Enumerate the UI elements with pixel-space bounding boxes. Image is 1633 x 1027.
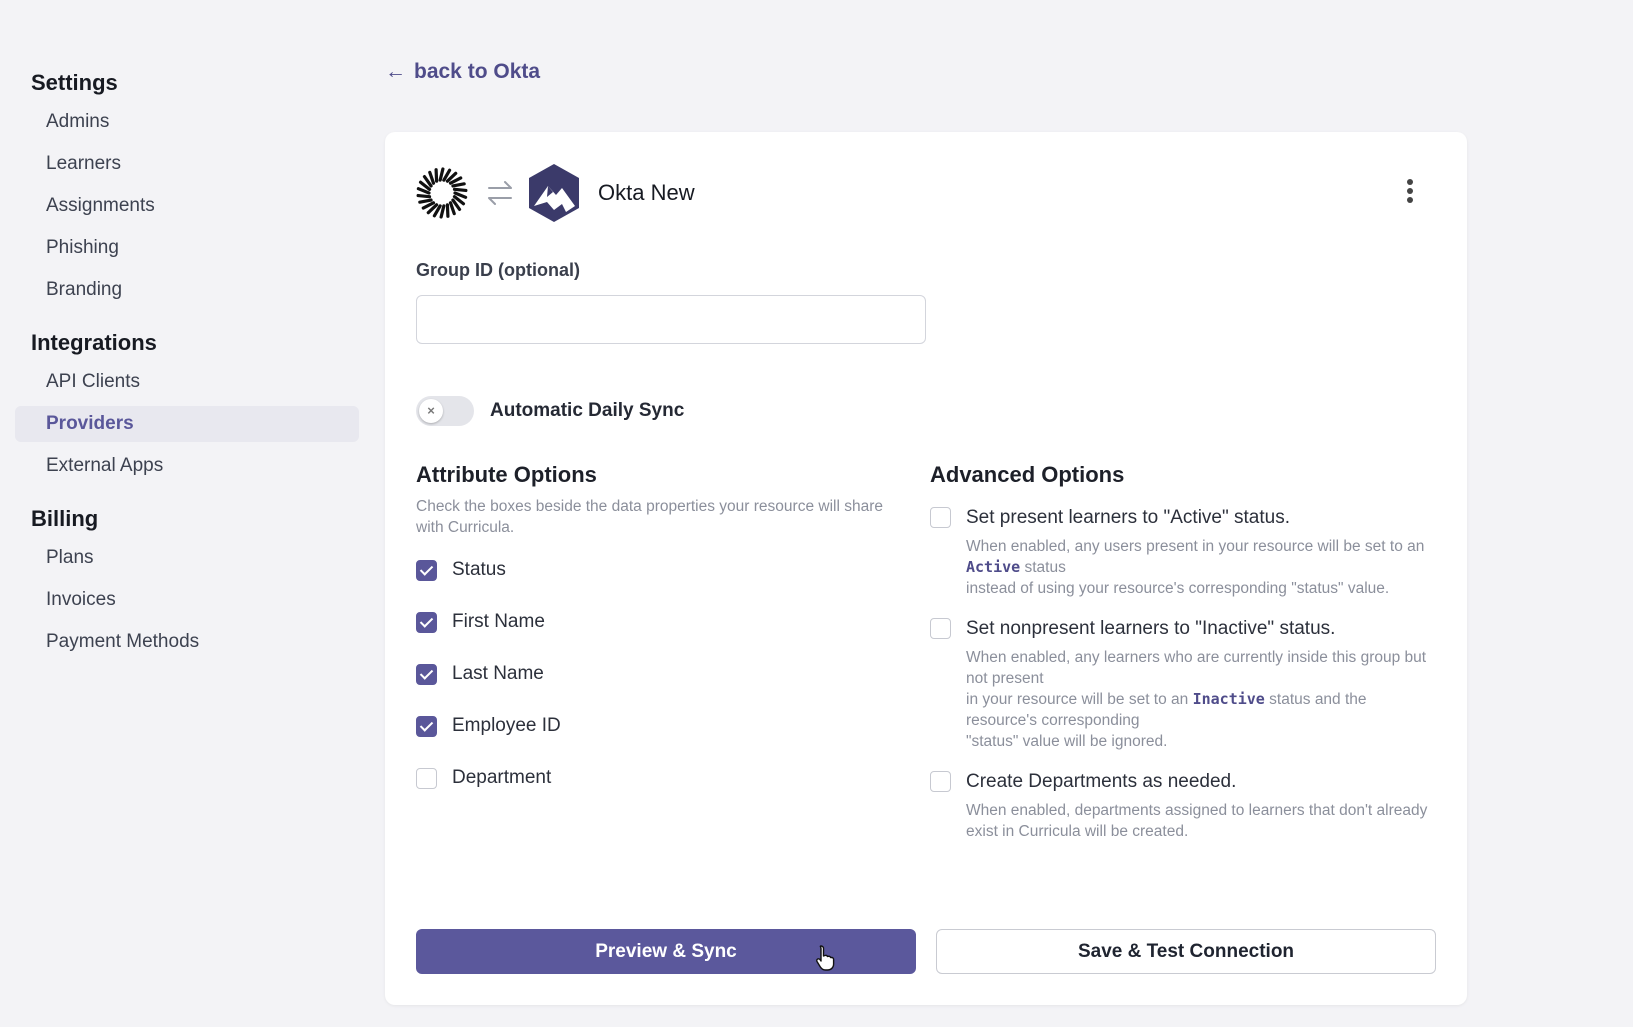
save-test-connection-button[interactable]: Save & Test Connection: [936, 929, 1436, 974]
attribute-label: Last Name: [452, 663, 544, 684]
sidebar-section-settings: Settings: [31, 70, 118, 95]
daily-sync-label: Automatic Daily Sync: [490, 400, 685, 421]
attribute-label: First Name: [452, 611, 545, 632]
attribute-options: Attribute Options Check the boxes beside…: [416, 462, 886, 804]
attribute-status[interactable]: Status: [416, 544, 886, 596]
attribute-department[interactable]: Department: [416, 752, 886, 804]
provider-name: Okta New: [598, 180, 695, 205]
checkbox-checked-icon[interactable]: [416, 715, 437, 737]
attribute-last-name[interactable]: Last Name: [416, 648, 886, 700]
attribute-label: Department: [452, 767, 552, 788]
sidebar-item-learners[interactable]: Learners: [15, 146, 359, 182]
sidebar-item-payment-methods[interactable]: Payment Methods: [15, 624, 359, 660]
attribute-options-description: Check the boxes beside the data properti…: [416, 498, 883, 536]
advanced-option-title: Set nonpresent learners to "Inactive" st…: [966, 618, 1336, 639]
hand-cursor-icon: [816, 945, 835, 971]
attribute-employee-id[interactable]: Employee ID: [416, 700, 886, 752]
checkbox-unchecked-icon[interactable]: [930, 771, 951, 792]
advanced-options: Advanced Options Set present learners to…: [930, 462, 1440, 842]
advanced-option-description: When enabled, departments assigned to le…: [966, 802, 1428, 840]
checkbox-unchecked-icon[interactable]: [416, 767, 437, 789]
advanced-option-description: When enabled, any users present in your …: [966, 538, 1425, 597]
advanced-options-title: Advanced Options: [930, 462, 1125, 487]
back-link-label: back to Okta: [414, 60, 541, 83]
sidebar-item-phishing[interactable]: Phishing: [15, 230, 359, 266]
advanced-option-inactive: Set nonpresent learners to "Inactive" st…: [930, 617, 1440, 752]
attribute-options-title: Attribute Options: [416, 462, 597, 487]
advanced-option-title: Set present learners to "Active" status.: [966, 507, 1290, 528]
daily-sync-row: × Automatic Daily Sync: [416, 396, 684, 426]
checkbox-unchecked-icon[interactable]: [930, 618, 951, 639]
curricula-sun-icon: [416, 167, 468, 219]
advanced-option-departments: Create Departments as needed. When enabl…: [930, 770, 1440, 842]
sidebar-section-integrations: Integrations: [31, 330, 157, 355]
attribute-label: Status: [452, 559, 506, 580]
okta-mountain-icon: [529, 164, 579, 222]
arrow-left-icon: ←: [385, 60, 406, 83]
advanced-option-active: Set present learners to "Active" status.…: [930, 506, 1440, 599]
swap-arrows-icon: [488, 181, 512, 205]
sidebar-item-external-apps[interactable]: External Apps: [15, 448, 359, 484]
provider-header: Okta New: [416, 162, 695, 224]
preview-sync-button[interactable]: Preview & Sync: [416, 929, 916, 974]
sidebar-item-invoices[interactable]: Invoices: [15, 582, 359, 618]
sidebar-section-billing: Billing: [31, 506, 99, 531]
checkbox-checked-icon[interactable]: [416, 559, 437, 581]
advanced-option-description: When enabled, any learners who are curre…: [966, 649, 1427, 750]
sidebar-item-assignments[interactable]: Assignments: [15, 188, 359, 224]
group-id-input[interactable]: [416, 295, 926, 344]
settings-sidebar: Settings Admins Learners Assignments Phi…: [15, 68, 359, 660]
group-id-label: Group ID (optional): [416, 260, 580, 280]
sidebar-item-branding[interactable]: Branding: [15, 272, 359, 308]
kebab-menu-icon[interactable]: [1403, 176, 1417, 206]
checkbox-checked-icon[interactable]: [416, 611, 437, 633]
toggle-off-icon: ×: [419, 399, 443, 423]
status-code: Inactive: [1192, 690, 1265, 708]
provider-card: Okta New Group ID (optional) × Automatic…: [385, 132, 1467, 1005]
attribute-label: Employee ID: [452, 715, 561, 736]
daily-sync-toggle[interactable]: ×: [416, 396, 474, 426]
attribute-first-name[interactable]: First Name: [416, 596, 886, 648]
checkbox-unchecked-icon[interactable]: [930, 507, 951, 528]
back-link[interactable]: ← back to Okta: [385, 60, 540, 84]
status-code: Active: [966, 558, 1021, 576]
sidebar-item-admins[interactable]: Admins: [15, 104, 359, 140]
sidebar-item-plans[interactable]: Plans: [15, 540, 359, 576]
sidebar-item-api-clients[interactable]: API Clients: [15, 364, 359, 400]
advanced-option-title: Create Departments as needed.: [966, 771, 1237, 792]
checkbox-checked-icon[interactable]: [416, 663, 437, 685]
sidebar-item-providers[interactable]: Providers: [15, 406, 359, 442]
